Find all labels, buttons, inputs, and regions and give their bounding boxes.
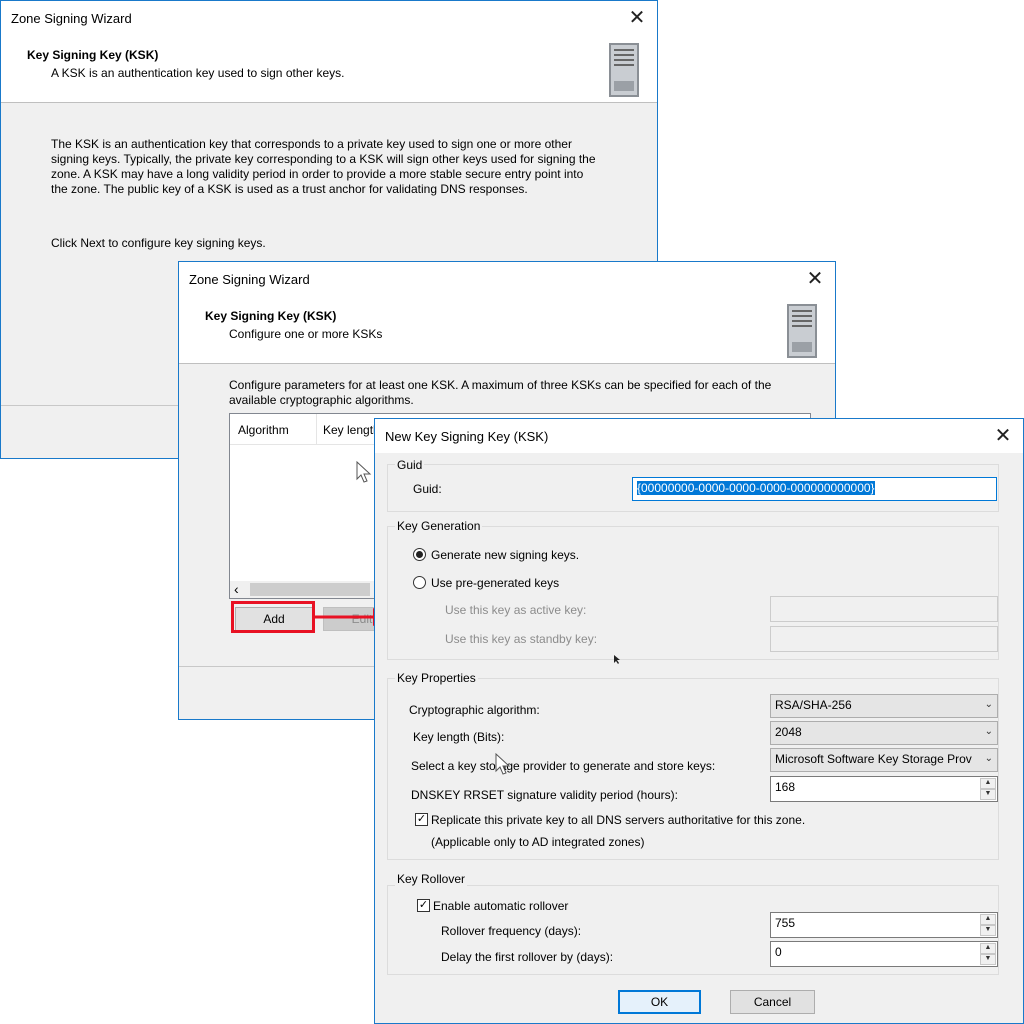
- validity-stepper[interactable]: ▲ ▼: [980, 778, 996, 800]
- standby-key-field[interactable]: [770, 626, 998, 652]
- title-bar: Zone Signing Wizard ✕: [1, 1, 657, 35]
- scroll-thumb[interactable]: [250, 583, 370, 596]
- new-ksk-dialog: New Key Signing Key (KSK) ✕ Guid Guid: {…: [374, 418, 1024, 1024]
- rollover-frequency-label: Rollover frequency (days):: [441, 924, 582, 938]
- close-icon[interactable]: ✕: [623, 5, 651, 31]
- ksp-label: Select a key storage provider to generat…: [411, 759, 716, 773]
- next-hint: Click Next to configure key signing keys…: [51, 236, 266, 250]
- algorithm-label: Cryptographic algorithm:: [409, 703, 540, 717]
- cancel-button[interactable]: Cancel: [730, 990, 815, 1014]
- ok-button[interactable]: OK: [618, 990, 701, 1014]
- close-icon[interactable]: ✕: [801, 266, 829, 292]
- key-length-label: Key length (Bits):: [413, 730, 505, 744]
- guid-field[interactable]: {00000000-0000-0000-0000-000000000000}: [632, 477, 997, 501]
- generate-new-keys-radio[interactable]: [413, 548, 426, 561]
- guid-label: Guid:: [413, 482, 442, 496]
- active-key-field[interactable]: [770, 596, 998, 622]
- validity-value: 168: [775, 780, 796, 794]
- key-length-select[interactable]: 2048 ⌄: [770, 721, 998, 745]
- scroll-left-icon[interactable]: ‹: [234, 581, 239, 597]
- page-subtitle: Configure one or more KSKs: [229, 327, 383, 341]
- use-pregenerated-keys-radio[interactable]: [413, 576, 426, 589]
- wizard-header: Key Signing Key (KSK) A KSK is an authen…: [1, 35, 657, 103]
- key-generation-group-label: Key Generation: [395, 519, 483, 533]
- chevron-down-icon: ⌄: [984, 726, 993, 737]
- algorithm-select[interactable]: RSA/SHA-256 ⌄: [770, 694, 998, 718]
- dialog-title: New Key Signing Key (KSK): [385, 429, 549, 444]
- title-bar: New Key Signing Key (KSK) ✕: [375, 419, 1023, 453]
- rollover-delay-stepper[interactable]: ▲ ▼: [980, 943, 996, 965]
- page-subtitle: A KSK is an authentication key used to s…: [51, 66, 345, 80]
- rollover-delay-field[interactable]: 0 ▲ ▼: [770, 941, 998, 967]
- rollover-delay-value: 0: [775, 945, 782, 959]
- window-title: Zone Signing Wizard: [189, 272, 310, 287]
- window-title: Zone Signing Wizard: [11, 11, 132, 26]
- page-title: Key Signing Key (KSK): [27, 48, 159, 62]
- column-header-key-length[interactable]: Key length: [323, 423, 380, 437]
- active-key-label: Use this key as active key:: [445, 603, 587, 617]
- mouse-pointer-icon: [495, 753, 511, 775]
- replicate-note: (Applicable only to AD integrated zones): [431, 835, 645, 849]
- auto-rollover-checkbox[interactable]: ✓: [417, 899, 430, 912]
- key-rollover-group-label: Key Rollover: [395, 872, 468, 886]
- ksk-description: The KSK is an authentication key that co…: [51, 137, 596, 196]
- use-pregenerated-keys-label[interactable]: Use pre-generated keys: [431, 576, 559, 590]
- auto-rollover-label[interactable]: Enable automatic rollover: [433, 899, 568, 913]
- chevron-down-icon: ⌄: [981, 749, 993, 769]
- add-button-highlight: [231, 601, 315, 633]
- spin-down-icon[interactable]: ▼: [980, 925, 996, 936]
- spin-down-icon[interactable]: ▼: [980, 789, 996, 800]
- column-divider: [316, 414, 317, 444]
- spin-up-icon[interactable]: ▲: [980, 778, 996, 789]
- guid-value: {00000000-0000-0000-0000-000000000000}: [637, 481, 875, 495]
- chevron-down-icon: ⌄: [984, 699, 993, 710]
- spin-down-icon[interactable]: ▼: [980, 954, 996, 965]
- title-bar: Zone Signing Wizard ✕: [179, 262, 835, 296]
- rollover-delay-label: Delay the first rollover by (days):: [441, 950, 614, 964]
- rollover-frequency-field[interactable]: 755 ▲ ▼: [770, 912, 998, 938]
- ksp-value: Microsoft Software Key Storage Prov: [775, 752, 972, 766]
- server-icon: [787, 304, 817, 358]
- generate-new-keys-label[interactable]: Generate new signing keys.: [431, 548, 579, 562]
- server-icon: [609, 43, 639, 97]
- column-header-algorithm[interactable]: Algorithm: [238, 423, 289, 437]
- standby-key-label: Use this key as standby key:: [445, 632, 598, 646]
- mouse-pointer-icon: [356, 461, 372, 483]
- rollover-frequency-stepper[interactable]: ▲ ▼: [980, 914, 996, 936]
- wizard-header: Key Signing Key (KSK) Configure one or m…: [179, 296, 835, 364]
- close-icon[interactable]: ✕: [989, 423, 1017, 449]
- replicate-checkbox[interactable]: ✓: [415, 813, 428, 826]
- key-properties-group-label: Key Properties: [395, 671, 478, 685]
- spin-up-icon[interactable]: ▲: [980, 914, 996, 925]
- ksp-select[interactable]: Microsoft Software Key Storage Prov ⌄: [770, 748, 998, 772]
- spin-up-icon[interactable]: ▲: [980, 943, 996, 954]
- validity-label: DNSKEY RRSET signature validity period (…: [411, 788, 678, 802]
- validity-field[interactable]: 168 ▲ ▼: [770, 776, 998, 802]
- page-title: Key Signing Key (KSK): [205, 309, 337, 323]
- replicate-label[interactable]: Replicate this private key to all DNS se…: [431, 813, 805, 827]
- rollover-frequency-value: 755: [775, 916, 796, 930]
- algorithm-value: RSA/SHA-256: [775, 698, 852, 712]
- guid-group-label: Guid: [395, 458, 425, 472]
- small-cursor-icon: [614, 655, 620, 664]
- key-length-value: 2048: [775, 725, 802, 739]
- ksk-intro: Configure parameters for at least one KS…: [229, 378, 772, 407]
